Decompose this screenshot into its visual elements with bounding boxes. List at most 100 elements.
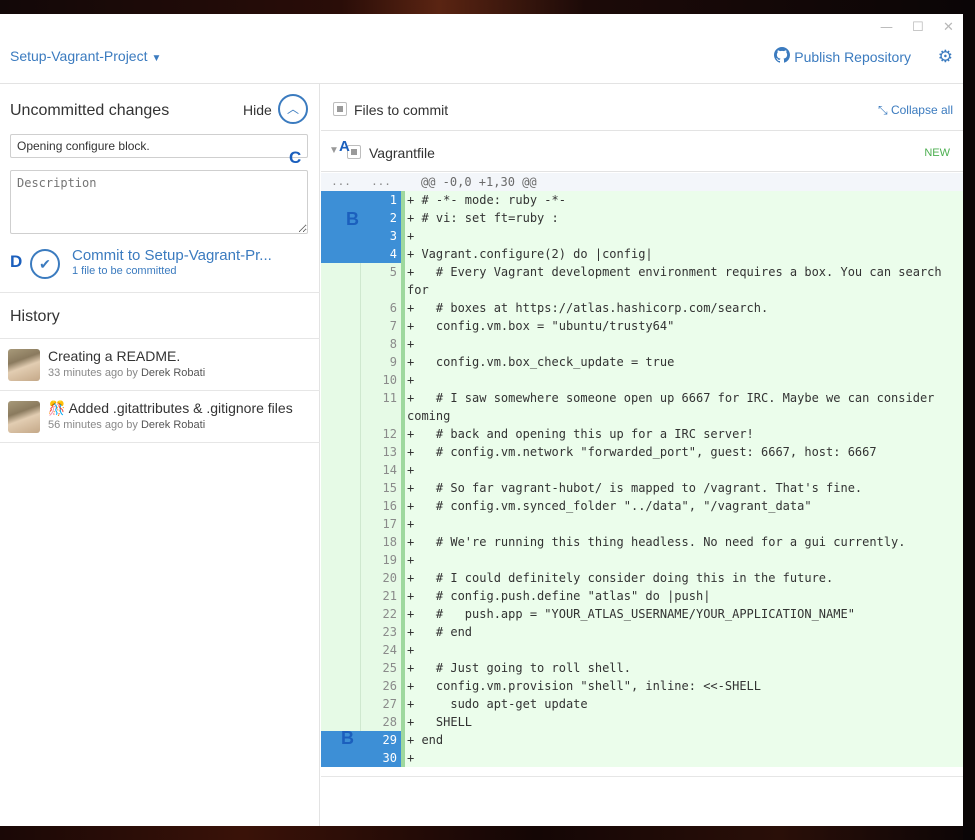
new-line-number[interactable]: 14 [361,461,401,479]
history-item-meta: 56 minutes ago by Derek Robati [48,419,205,431]
triangle-down-icon[interactable]: ▼ [329,145,339,156]
diff-line[interactable]: 17 + [321,515,963,533]
close-button[interactable]: ✕ [943,20,954,35]
select-all-checkbox[interactable] [333,102,347,116]
new-line-number[interactable]: 6 [361,299,401,317]
old-line-number [321,587,361,605]
new-line-number[interactable]: 20 [361,569,401,587]
diff-line[interactable]: 1 + # -*- mode: ruby -*- [321,191,963,209]
new-line-number[interactable]: 25 [361,659,401,677]
history-item-title-text: Added .gitattributes & .gitignore files [68,400,293,416]
history-title: History [10,308,60,325]
new-line-number[interactable]: 24 [361,641,401,659]
new-line-number[interactable]: 4 [361,245,401,263]
diff-line[interactable]: 30 + [321,749,963,767]
diff-line[interactable]: 21 + # config.push.define "atlas" do |pus… [321,587,963,605]
old-line-number [321,335,361,353]
publish-label: Publish Repository [794,48,911,65]
diff-line[interactable]: 13 + # config.vm.network "forwarded_port"… [321,443,963,461]
commit-description-input[interactable] [10,170,308,234]
commit-button-label[interactable]: Commit to Setup-Vagrant-Pr... [72,247,272,264]
hide-label[interactable]: Hide [243,102,272,118]
new-line-number[interactable]: 2 [361,209,401,227]
old-line-number [321,425,361,443]
file-row[interactable]: ▼ Vagrantfile NEW [321,132,963,172]
diff-line[interactable]: 8 + [321,335,963,353]
new-line-number[interactable]: 27 [361,695,401,713]
commit-summary-input[interactable] [10,134,308,158]
expand-context-old[interactable]: ... [321,173,361,191]
new-line-number[interactable]: 5 [361,263,401,299]
diff-line[interactable]: 5 + # Every Vagrant development environme… [321,263,963,299]
new-line-number[interactable]: 28 [361,713,401,731]
diff-line[interactable]: 9 + config.vm.box_check_update = true [321,353,963,371]
diff-line-code: + SHELL [405,713,963,731]
hide-button[interactable]: ︿ [278,94,308,124]
diff-line[interactable]: 22 + # push.app = "YOUR_ATLAS_USERNAME/YO… [321,605,963,623]
new-line-number[interactable]: 16 [361,497,401,515]
new-line-number[interactable]: 29 [361,731,401,749]
diff-line[interactable]: 7 + config.vm.box = "ubuntu/trusty64" [321,317,963,335]
diff-line[interactable]: 10 + [321,371,963,389]
new-line-number[interactable]: 23 [361,623,401,641]
diff-line[interactable]: 28 + SHELL [321,713,963,731]
diff-line[interactable]: 15 + # So far vagrant-hubot/ is mapped to… [321,479,963,497]
diff-line[interactable]: 20 + # I could definitely consider doing … [321,569,963,587]
new-line-number[interactable]: 15 [361,479,401,497]
new-line-number[interactable]: 11 [361,389,401,425]
diff-line[interactable]: 24 + [321,641,963,659]
status-badge: NEW [924,147,950,159]
new-line-number[interactable]: 22 [361,605,401,623]
new-line-number[interactable]: 19 [361,551,401,569]
diff-line[interactable]: 18 + # We're running this thing headless.… [321,533,963,551]
collapse-all-button[interactable]: ⤡ Collapse all [878,103,953,118]
diff-line[interactable]: 2 + # vi: set ft=ruby : [321,209,963,227]
publish-repository-button[interactable]: Publish Repository [774,47,911,66]
history-item-author: Derek Robati [140,419,206,431]
diff-line[interactable]: 11 + # I saw somewhere someone open up 66… [321,389,963,425]
file-name: Vagrantfile [369,145,435,161]
minimize-button[interactable]: — [880,20,893,35]
desktop-background-top [0,0,975,14]
new-line-number[interactable]: 13 [361,443,401,461]
new-line-number[interactable]: 21 [361,587,401,605]
avatar [8,349,40,381]
diff-line-code: + [405,641,963,659]
history-item[interactable]: 🎊 Added .gitattributes & .gitignore file… [0,391,320,443]
diff-line[interactable]: 14 + [321,461,963,479]
diff-line-code: + sudo apt-get update [405,695,963,713]
diff-line-code: + # I saw somewhere someone open up 6667… [405,389,963,425]
expand-context-new[interactable]: ... [361,173,401,191]
diff-line[interactable]: 12 + # back and opening this up for a IRC… [321,425,963,443]
diff-line[interactable]: 6 + # boxes at https://atlas.hashicorp.co… [321,299,963,317]
diff-line[interactable]: 23 + # end [321,623,963,641]
diff-line-code: + # back and opening this up for a IRC s… [405,425,963,443]
new-line-number[interactable]: 3 [361,227,401,245]
diff-line[interactable]: 29 + end [321,731,963,749]
new-line-number[interactable]: 30 [361,749,401,767]
new-line-number[interactable]: 18 [361,533,401,551]
new-line-number[interactable]: 9 [361,353,401,371]
diff-line[interactable]: 16 + # config.vm.synced_folder "../data",… [321,497,963,515]
new-line-number[interactable]: 17 [361,515,401,533]
divider [0,442,320,443]
new-line-number[interactable]: 8 [361,335,401,353]
gear-icon[interactable]: ⚙ [938,47,953,67]
old-line-number [321,245,361,263]
diff-line[interactable]: 26 + config.vm.provision "shell", inline:… [321,677,963,695]
commit-button[interactable]: ✔ [30,249,60,279]
repository-selector[interactable]: Setup-Vagrant-Project ▼ [10,48,161,64]
new-line-number[interactable]: 1 [361,191,401,209]
history-item[interactable]: Creating a README. 33 minutes ago by Der… [0,339,320,391]
new-line-number[interactable]: 7 [361,317,401,335]
maximize-button[interactable]: ☐ [912,20,924,35]
diff-line[interactable]: 25 + # Just going to roll shell. [321,659,963,677]
new-line-number[interactable]: 10 [361,371,401,389]
desktop-background-bottom [0,826,975,840]
new-line-number[interactable]: 12 [361,425,401,443]
diff-line[interactable]: 19 + [321,551,963,569]
diff-line[interactable]: 4 + Vagrant.configure(2) do |config| [321,245,963,263]
new-line-number[interactable]: 26 [361,677,401,695]
diff-line[interactable]: 3 + [321,227,963,245]
diff-line[interactable]: 27 + sudo apt-get update [321,695,963,713]
